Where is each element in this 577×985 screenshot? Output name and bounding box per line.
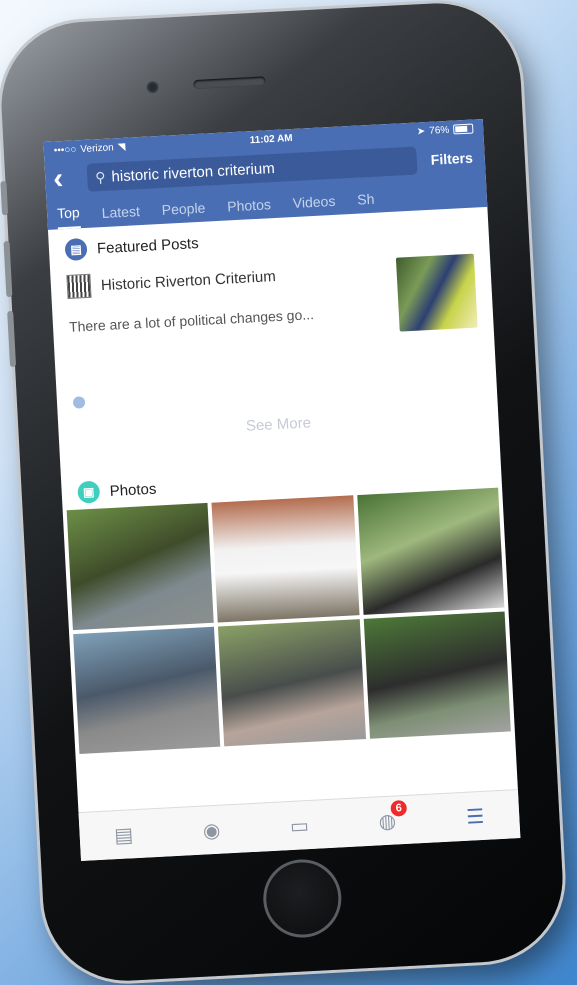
carrier-label: Verizon [80,141,114,155]
news-feed-icon: ▤ [113,823,134,847]
post-author[interactable]: Historic Riverton Criterium [100,268,276,294]
status-time: 11:02 AM [249,132,293,146]
tab-people[interactable]: People [161,200,206,224]
video-tab[interactable]: ◉ [191,817,232,844]
filters-button[interactable]: Filters [426,149,477,168]
photo-thumbnail[interactable] [356,487,505,615]
app-screen: •••○○ Verizon ◥ 11:02 AM ➤ 76% ‹ ⚲ histo… [43,118,521,862]
post-thumbnail[interactable] [395,253,478,332]
marketplace-tab[interactable]: ▭ [279,812,320,839]
location-icon: ➤ [416,125,426,137]
menu-tab[interactable]: ☰ [455,803,496,830]
photo-thumbnail[interactable] [66,502,215,631]
photo-thumbnail[interactable] [211,495,360,623]
photo-thumbnail[interactable] [363,611,511,739]
battery-icon [452,123,474,135]
post-snippet: There are a lot of political changes go.… [68,306,315,335]
notifications-tab[interactable]: ◍ 6 [367,799,408,834]
page-avatar [66,273,92,299]
tab-top[interactable]: Top [56,204,81,230]
tab-videos[interactable]: Videos [292,193,336,217]
wifi-icon: ◥ [117,141,126,153]
back-icon[interactable]: ‹ [52,162,79,195]
signal-icon: •••○○ [53,143,77,156]
battery-percent: 76% [428,124,450,137]
photo-grid [63,487,515,754]
photos-title: Photos [109,480,157,500]
tab-shop[interactable]: Sh [357,191,375,214]
photo-thumbnail[interactable] [218,619,366,747]
phone-frame: •••○○ Verizon ◥ 11:02 AM ➤ 76% ‹ ⚲ histo… [0,0,567,985]
search-icon: ⚲ [94,168,106,185]
featured-posts-icon: ▤ [64,237,88,262]
play-icon: ◉ [202,819,221,843]
search-query: historic riverton criterium [111,159,276,185]
tab-photos[interactable]: Photos [227,196,272,220]
notification-badge: 6 [390,799,408,817]
marketplace-icon: ▭ [289,814,310,838]
menu-icon: ☰ [465,805,485,829]
news-feed-tab[interactable]: ▤ [103,821,144,848]
photos-icon: ▣ [77,480,101,504]
featured-posts-title: Featured Posts [96,234,200,257]
photo-thumbnail[interactable] [73,626,221,754]
tab-latest[interactable]: Latest [101,203,140,227]
globe-icon [72,396,86,409]
